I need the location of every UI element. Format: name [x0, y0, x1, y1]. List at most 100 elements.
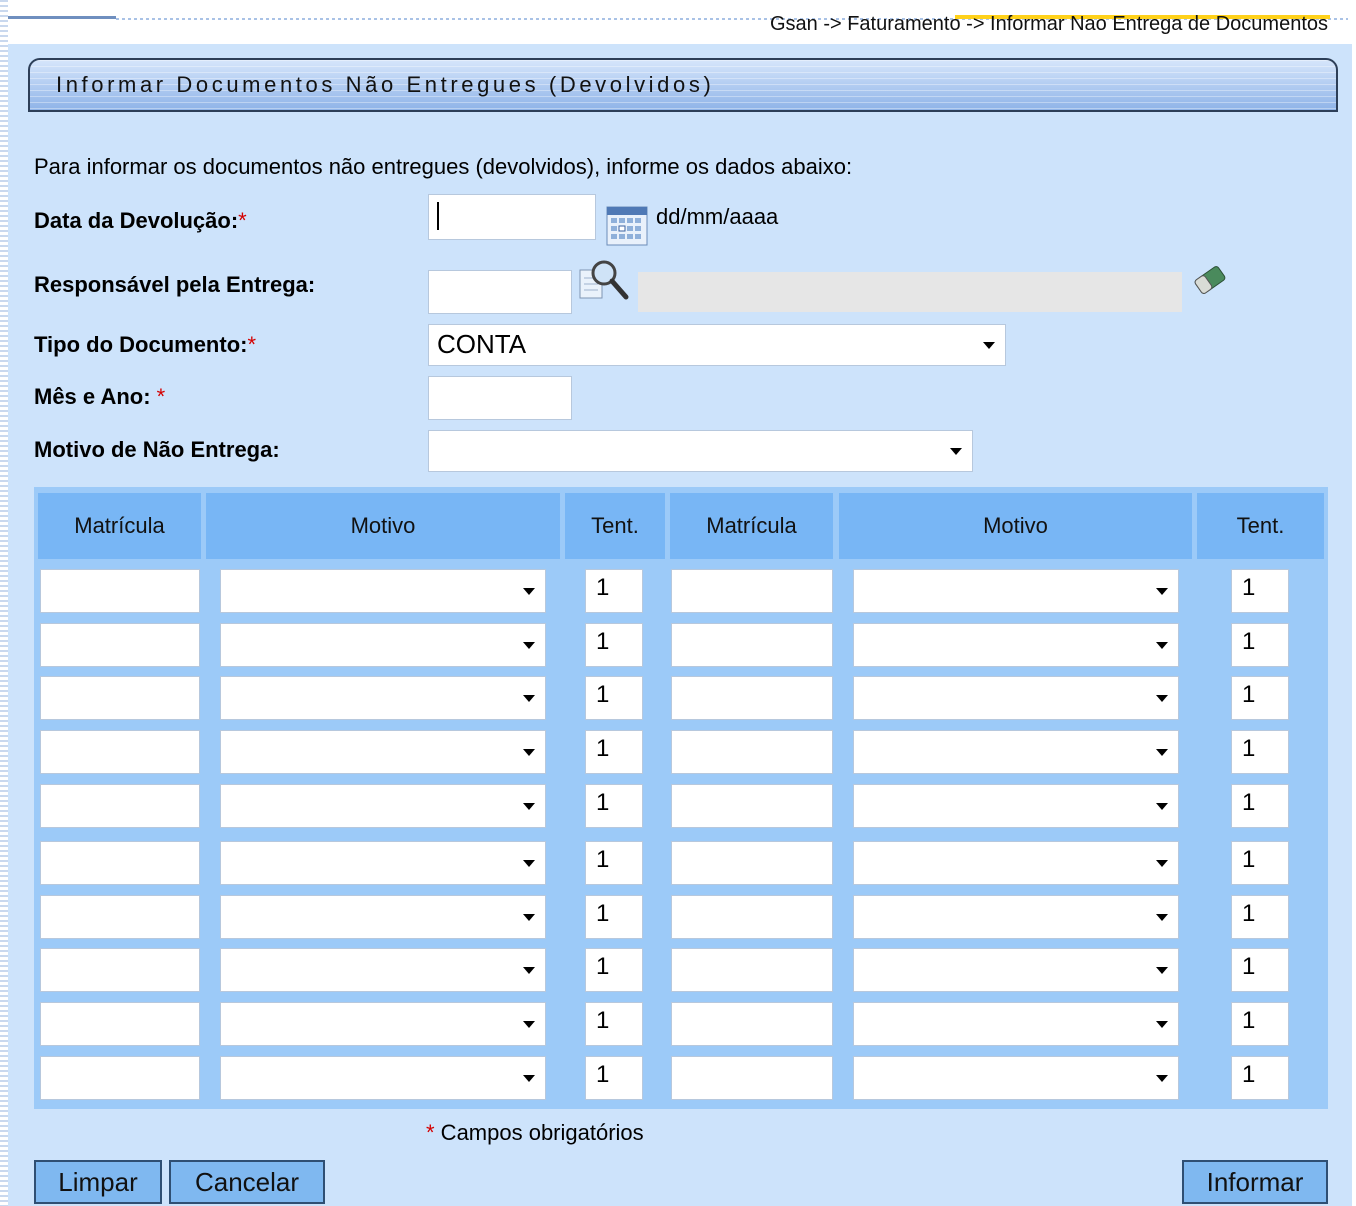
left-motivo-select[interactable] [220, 623, 546, 667]
left-tent-input[interactable]: 1 [585, 948, 643, 992]
right-tent-input[interactable]: 1 [1231, 1056, 1289, 1100]
form-panel: Informar Documentos Não Entregues (Devol… [8, 44, 1352, 1206]
left-tent-input[interactable]: 1 [585, 569, 643, 613]
right-matricula-input[interactable] [671, 730, 833, 774]
chevron-down-icon [523, 1075, 535, 1082]
right-motivo-select[interactable] [853, 784, 1179, 828]
mes-ano-label: Mês e Ano: * [34, 384, 166, 409]
left-tent-input[interactable]: 1 [585, 895, 643, 939]
right-matricula-input[interactable] [671, 676, 833, 720]
header-matricula-left: Matrícula [38, 493, 201, 559]
chevron-down-icon [523, 803, 535, 810]
chevron-down-icon [523, 642, 535, 649]
right-tent-input[interactable]: 1 [1231, 569, 1289, 613]
left-tent-input[interactable]: 1 [585, 730, 643, 774]
left-motivo-select[interactable] [220, 676, 546, 720]
header-tent-right: Tent. [1197, 493, 1324, 559]
right-tent-input[interactable]: 1 [1231, 676, 1289, 720]
left-matricula-input[interactable] [40, 730, 200, 774]
header-tent-left: Tent. [565, 493, 665, 559]
informar-button[interactable]: Informar [1182, 1160, 1328, 1204]
cancelar-button[interactable]: Cancelar [169, 1160, 325, 1204]
left-matricula-input[interactable] [40, 948, 200, 992]
left-tent-input[interactable]: 1 [585, 1002, 643, 1046]
right-motivo-select[interactable] [853, 1002, 1179, 1046]
left-motivo-select[interactable] [220, 895, 546, 939]
left-matricula-input[interactable] [40, 623, 200, 667]
left-matricula-input[interactable] [40, 784, 200, 828]
mes-ano-input[interactable] [428, 376, 572, 420]
right-motivo-select[interactable] [853, 676, 1179, 720]
right-tent-input[interactable]: 1 [1231, 784, 1289, 828]
right-tent-input[interactable]: 1 [1231, 841, 1289, 885]
right-matricula-input[interactable] [671, 1056, 833, 1100]
left-tent-input[interactable]: 1 [585, 784, 643, 828]
right-matricula-input[interactable] [671, 569, 833, 613]
right-matricula-input[interactable] [671, 841, 833, 885]
left-motivo-select[interactable] [220, 730, 546, 774]
right-tent-input[interactable]: 1 [1231, 730, 1289, 774]
right-motivo-select[interactable] [853, 730, 1179, 774]
chevron-down-icon [523, 1021, 535, 1028]
left-matricula-input[interactable] [40, 676, 200, 720]
right-matricula-input[interactable] [671, 895, 833, 939]
calendar-icon[interactable] [606, 204, 648, 246]
chevron-down-icon [523, 860, 535, 867]
responsavel-label: Responsável pela Entrega: [34, 272, 316, 297]
chevron-down-icon [1156, 1075, 1168, 1082]
left-matricula-input[interactable] [40, 841, 200, 885]
left-motivo-select[interactable] [220, 784, 546, 828]
left-tent-input[interactable]: 1 [585, 676, 643, 720]
motivo-nao-entrega-select[interactable] [428, 430, 973, 472]
right-motivo-select[interactable] [853, 948, 1179, 992]
chevron-down-icon [523, 967, 535, 974]
left-matricula-input[interactable] [40, 895, 200, 939]
data-devolucao-input[interactable] [428, 194, 596, 240]
left-border-dots [0, 0, 8, 1206]
search-icon[interactable] [578, 258, 632, 302]
chevron-down-icon [950, 448, 962, 455]
left-tent-input[interactable]: 1 [585, 841, 643, 885]
breadcrumb: Gsan -> Faturamento -> Informar Nao Entr… [769, 13, 1328, 35]
left-motivo-select[interactable] [220, 1056, 546, 1100]
right-motivo-select[interactable] [853, 841, 1179, 885]
right-tent-input[interactable]: 1 [1231, 623, 1289, 667]
left-matricula-input[interactable] [40, 569, 200, 613]
left-matricula-input[interactable] [40, 1056, 200, 1100]
chevron-down-icon [1156, 1021, 1168, 1028]
tipo-documento-label: Tipo do Documento:* [34, 332, 257, 357]
left-motivo-select[interactable] [220, 1002, 546, 1046]
responsavel-input[interactable] [428, 270, 572, 314]
limpar-button[interactable]: Limpar [34, 1160, 162, 1204]
left-motivo-select[interactable] [220, 948, 546, 992]
right-matricula-input[interactable] [671, 1002, 833, 1046]
panel-title: Informar Documentos Não Entregues (Devol… [56, 72, 715, 97]
right-tent-input[interactable]: 1 [1231, 1002, 1289, 1046]
chevron-down-icon [1156, 695, 1168, 702]
required-note: * Campos obrigatórios [426, 1120, 644, 1145]
motivo-nao-entrega-label: Motivo de Não Entrega: [34, 437, 280, 462]
chevron-down-icon [523, 588, 535, 595]
right-matricula-input[interactable] [671, 948, 833, 992]
chevron-down-icon [1156, 860, 1168, 867]
right-motivo-select[interactable] [853, 895, 1179, 939]
right-motivo-select[interactable] [853, 623, 1179, 667]
right-motivo-select[interactable] [853, 569, 1179, 613]
chevron-down-icon [1156, 803, 1168, 810]
header-motivo-left: Motivo [206, 493, 560, 559]
right-tent-input[interactable]: 1 [1231, 948, 1289, 992]
eraser-icon[interactable] [1190, 260, 1230, 300]
left-motivo-select[interactable] [220, 569, 546, 613]
right-motivo-select[interactable] [853, 1056, 1179, 1100]
chevron-down-icon [1156, 749, 1168, 756]
chevron-down-icon [523, 749, 535, 756]
data-devolucao-label: Data da Devolução:* [34, 208, 247, 233]
left-tent-input[interactable]: 1 [585, 623, 643, 667]
right-tent-input[interactable]: 1 [1231, 895, 1289, 939]
left-motivo-select[interactable] [220, 841, 546, 885]
left-tent-input[interactable]: 1 [585, 1056, 643, 1100]
tipo-documento-select[interactable]: CONTA [428, 324, 1006, 366]
right-matricula-input[interactable] [671, 623, 833, 667]
left-matricula-input[interactable] [40, 1002, 200, 1046]
right-matricula-input[interactable] [671, 784, 833, 828]
